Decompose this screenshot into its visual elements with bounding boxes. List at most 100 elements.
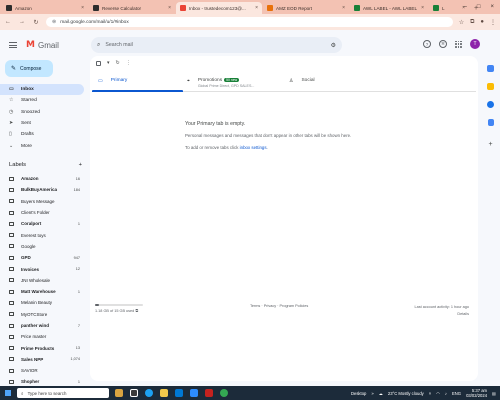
get-addons-icon[interactable]: + [488, 141, 492, 148]
account-avatar[interactable]: T [470, 39, 480, 49]
tab-label: Social [301, 78, 315, 83]
settings-gear-icon[interactable]: ✲ [439, 40, 447, 48]
chrome-icon[interactable] [220, 389, 228, 397]
close-tab-icon[interactable]: × [81, 5, 84, 11]
bookmark-star-icon[interactable]: ☆ [459, 19, 464, 26]
label-item[interactable]: Amazon 16 [0, 173, 84, 184]
compose-button[interactable]: ✎ Compose [5, 60, 53, 77]
contacts-icon[interactable] [487, 119, 494, 126]
label-item[interactable]: SAVIOR [0, 365, 84, 376]
details-link[interactable]: Details [415, 311, 469, 318]
close-tab-icon[interactable]: × [342, 5, 345, 11]
extensions-icon[interactable]: ⧉ [470, 19, 474, 26]
gmail-logo[interactable]: M Gmail [26, 40, 59, 50]
site-info-icon[interactable]: ⊜ [52, 19, 56, 25]
label-item[interactable]: Google [0, 241, 84, 252]
browser-tab-awl-label[interactable]: AWL LABEL - AWL LABEL × [350, 2, 428, 14]
close-tab-icon[interactable]: × [255, 5, 258, 11]
footer-links[interactable]: Terms · Privacy · Program Policies [250, 304, 308, 308]
address-bar[interactable]: ⊜ mail.google.com/mail/u/1/#inbox [46, 17, 453, 27]
language-indicator[interactable]: ENG [452, 391, 461, 396]
close-tab-icon[interactable]: × [168, 5, 171, 11]
label-item[interactable]: Buyers Message [0, 196, 84, 207]
maximize-icon[interactable]: □ [477, 4, 481, 10]
select-all-checkbox[interactable] [96, 60, 101, 66]
nav-item-inbox[interactable]: ▭ Inbox [0, 84, 84, 96]
label-item[interactable]: Shopher 1 [0, 376, 84, 386]
label-item[interactable]: GPD 947 [0, 252, 84, 263]
label-item[interactable]: Price master [0, 331, 84, 342]
tasks-icon[interactable] [487, 101, 494, 108]
file-explorer-icon[interactable] [160, 389, 168, 397]
clock[interactable]: 5:37 am 03/02/2024 [466, 388, 487, 398]
notification-icon[interactable]: ▤ [492, 391, 496, 396]
label-item[interactable]: Prime Products 13 [0, 342, 84, 353]
desktop-label[interactable]: Desktop [351, 391, 366, 396]
windows-start-icon[interactable] [5, 390, 11, 396]
search-options-icon[interactable]: ⚙ [331, 42, 336, 49]
label-item[interactable]: panther wind 7 [0, 320, 84, 331]
task-view-icon[interactable] [130, 389, 138, 397]
nav-item-snoozed[interactable]: ◷ Snoozed [0, 107, 84, 118]
taskbar-search-input[interactable]: Type here to search [28, 391, 67, 396]
tab-social[interactable]: ♙ Social [283, 73, 374, 91]
browser-tab-reverse-calculator[interactable]: Reverse Calculator × [89, 2, 175, 14]
label-item[interactable]: MyOTCStore [0, 309, 84, 320]
zoom-icon[interactable] [190, 389, 198, 397]
browser-tab-amazon[interactable]: Amazon × [2, 2, 88, 14]
close-window-icon[interactable]: × [490, 4, 494, 10]
label-item[interactable]: Coralport 1 [0, 218, 84, 229]
create-label-button[interactable]: + [79, 162, 82, 168]
wifi-icon[interactable]: ◠ [436, 391, 440, 396]
label-item[interactable]: Melanin Beauty [0, 297, 84, 308]
taskbar-search[interactable]: ⌕ Type here to search [17, 388, 109, 398]
browser-tab-inbox[interactable]: Inbox - trustedecom123@... × [176, 2, 262, 14]
close-tab-icon[interactable]: × [421, 5, 424, 11]
label-item[interactable]: Client's Folder [0, 207, 84, 218]
nav-item-sent[interactable]: ➤ Sent [0, 118, 84, 129]
sidebar: ✎ Compose ▭ Inbox ☆ Starred ◷ Snoozed ➤ … [0, 60, 88, 386]
refresh-icon[interactable]: ↻ [116, 60, 120, 66]
label-item[interactable]: Sales NPP 1,074 [0, 354, 84, 365]
weather-text[interactable]: 23°C Mostly cloudy [388, 391, 424, 396]
tray-overflow-icon[interactable]: ˄ [429, 391, 431, 396]
label-item[interactable]: JNI Wholesale [0, 275, 84, 286]
label-name: Buyers Message [21, 198, 55, 204]
support-icon[interactable]: ? [423, 40, 431, 48]
edge-icon[interactable] [145, 389, 153, 397]
calendar-icon[interactable] [487, 65, 494, 72]
open-in-new-icon[interactable]: ⧉ [135, 309, 138, 313]
label-item[interactable]: Everest toys [0, 229, 84, 240]
chevron-icon[interactable]: » [371, 391, 373, 396]
nav-item-more[interactable]: ⌄ More [0, 140, 84, 151]
nav-item-drafts[interactable]: ▯ Drafts [0, 129, 84, 140]
store-icon[interactable] [175, 389, 183, 397]
inbox-settings-link[interactable]: inbox settings [240, 145, 267, 150]
select-dropdown-icon[interactable]: ▾ [107, 60, 110, 66]
search-mail-box[interactable]: ⌕ Search mail ⚙ [91, 37, 342, 53]
minimize-icon[interactable]: – [464, 4, 467, 10]
label-item[interactable]: Invoices 12 [0, 263, 84, 274]
google-apps-icon[interactable] [455, 40, 462, 48]
tab-primary[interactable]: ▭ Primary [92, 73, 183, 92]
browser-menu-icon[interactable]: ⋮ [490, 19, 496, 26]
reload-icon[interactable]: ↻ [32, 19, 40, 26]
volume-icon[interactable]: ♪ [445, 391, 447, 396]
more-actions-icon[interactable]: ⋮ [126, 60, 131, 66]
keep-icon[interactable] [487, 83, 494, 90]
profile-icon[interactable]: ● [480, 19, 484, 26]
tab-promotions[interactable]: ⌖ Promotions 50 new Global Prime Direct, … [183, 73, 283, 91]
label-item[interactable]: Matt Warehouse 1 [0, 286, 84, 297]
new-count-badge: 50 new [224, 78, 240, 82]
nav-item-starred[interactable]: ☆ Starred [0, 95, 84, 106]
back-icon[interactable]: ← [4, 19, 12, 25]
browser-tab-amz-eod-report[interactable]: AMZ EOD Report × [263, 2, 349, 14]
app-icon[interactable] [205, 389, 213, 397]
draft-icon: ▯ [9, 131, 12, 138]
city-image-icon[interactable] [115, 389, 123, 397]
search-input[interactable]: Search mail [105, 42, 330, 48]
forward-icon[interactable]: → [18, 19, 26, 25]
search-icon[interactable]: ⌕ [97, 42, 100, 49]
main-menu-icon[interactable] [9, 42, 17, 48]
label-item[interactable]: BulkBuyAmerica 184 [0, 184, 84, 195]
